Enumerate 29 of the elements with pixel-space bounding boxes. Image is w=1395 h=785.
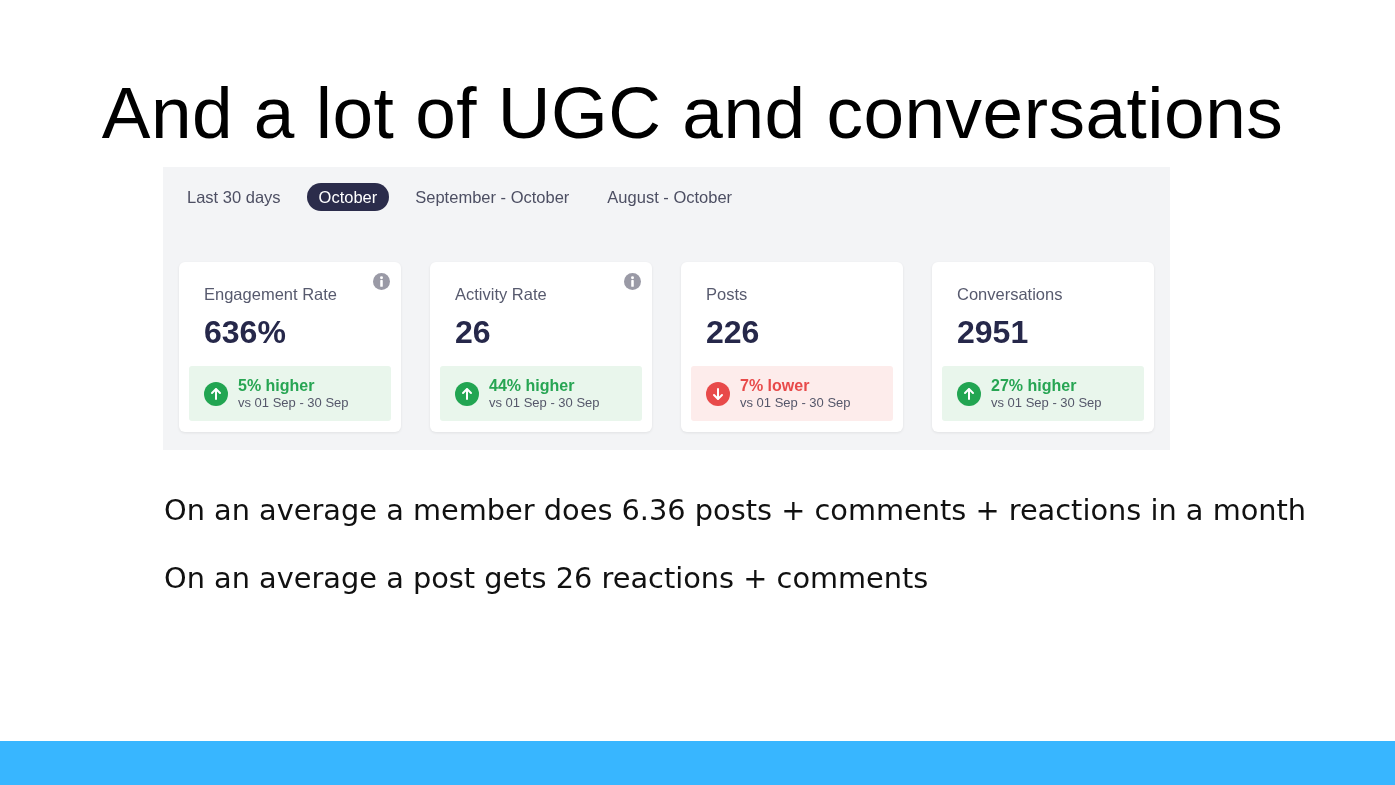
comparison-text: vs 01 Sep - 30 Sep bbox=[740, 395, 851, 411]
stat-label: Conversations bbox=[957, 284, 1063, 304]
stat-value: 636% bbox=[204, 313, 286, 351]
change-text: 44% higher bbox=[489, 376, 575, 395]
stat-label: Activity Rate bbox=[455, 284, 547, 304]
comparison-text: vs 01 Sep - 30 Sep bbox=[238, 395, 349, 411]
date-range-tab[interactable]: October bbox=[306, 183, 390, 211]
date-range-tab[interactable]: September - October bbox=[403, 183, 582, 211]
change-text: 7% lower bbox=[740, 376, 810, 395]
stat-value: 2951 bbox=[957, 313, 1029, 351]
arrow-up-icon bbox=[204, 381, 228, 406]
stat-label: Posts bbox=[706, 284, 748, 304]
arrow-up-icon bbox=[455, 381, 479, 406]
info-icon[interactable] bbox=[373, 273, 390, 290]
stat-value: 26 bbox=[455, 313, 491, 351]
date-range-tab[interactable]: Last 30 days bbox=[175, 183, 293, 211]
change-text: 27% higher bbox=[991, 376, 1077, 395]
stat-label: Engagement Rate bbox=[204, 284, 337, 304]
slide-title: And a lot of UGC and conversations bbox=[100, 71, 1285, 155]
note-text: On an average a member does 6.36 posts + comments + reactions in a month bbox=[164, 492, 1307, 529]
change-text: 5% higher bbox=[238, 376, 315, 395]
info-icon[interactable] bbox=[624, 273, 641, 290]
note-text: On an average a post gets 26 reactions + comments bbox=[164, 560, 929, 597]
arrow-up-icon bbox=[957, 381, 981, 406]
stat-value: 226 bbox=[706, 313, 760, 351]
comparison-text: vs 01 Sep - 30 Sep bbox=[489, 395, 600, 411]
date-range-tab[interactable]: August - October bbox=[595, 183, 745, 211]
comparison-text: vs 01 Sep - 30 Sep bbox=[991, 395, 1102, 411]
arrow-down-icon bbox=[706, 381, 730, 406]
